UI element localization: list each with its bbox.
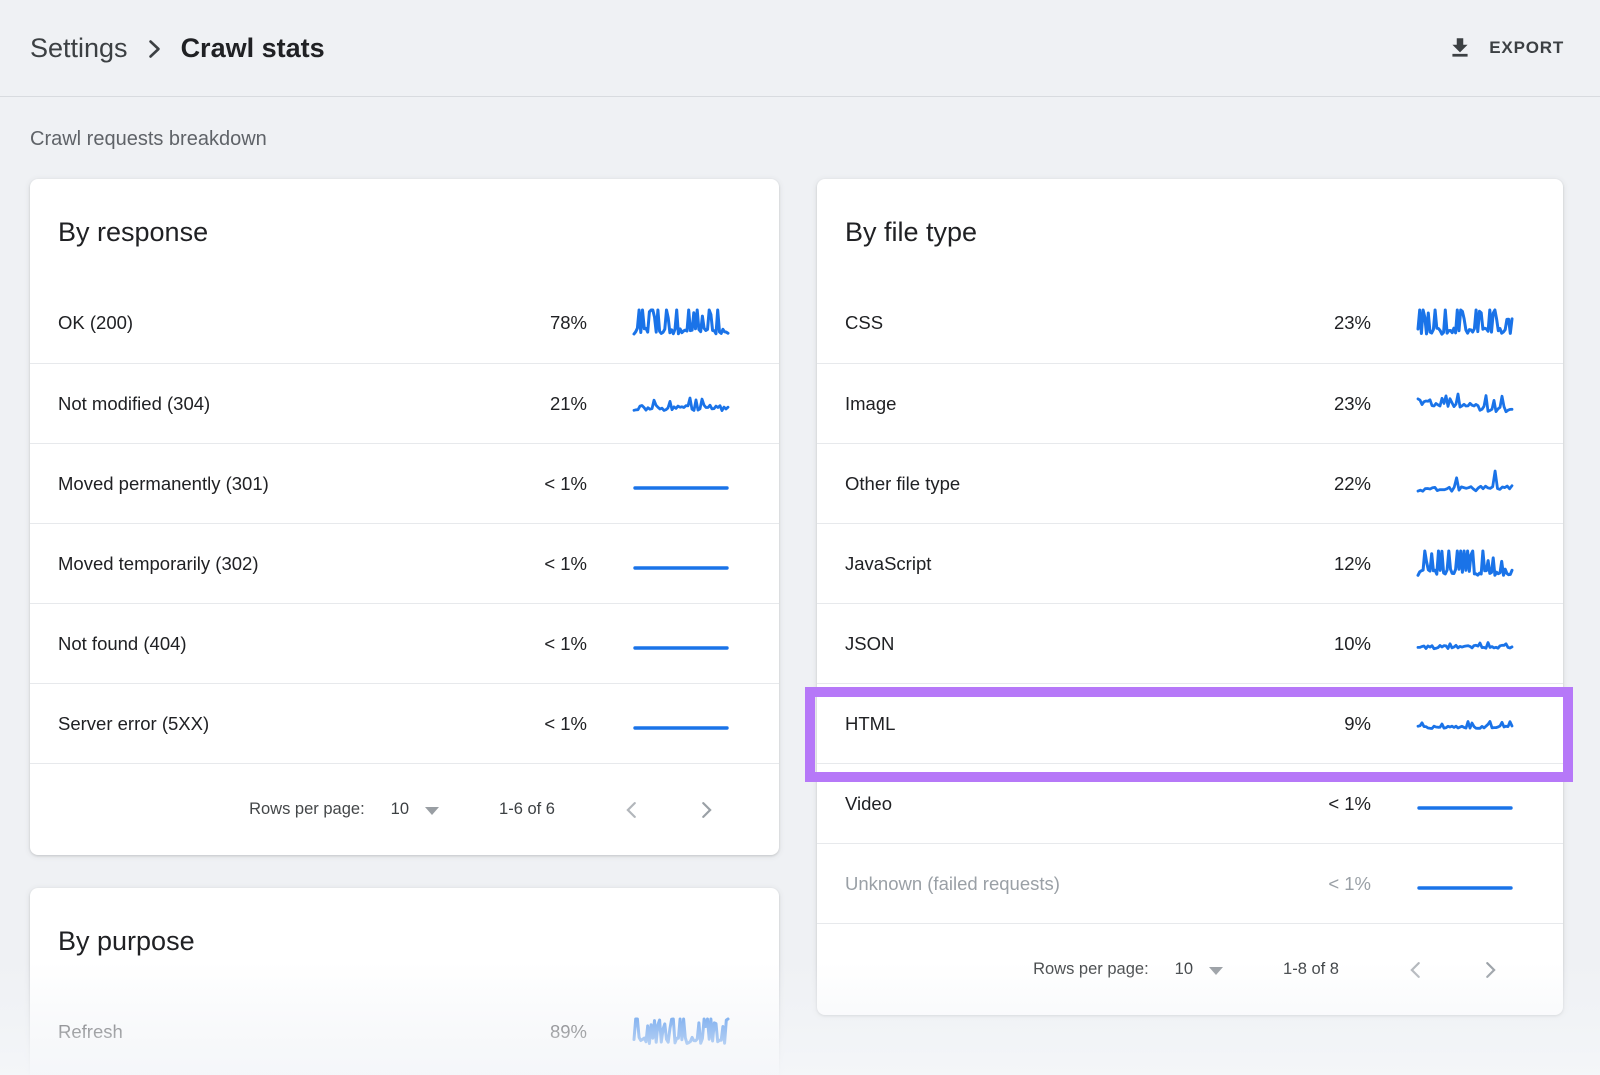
table-row[interactable]: Image23% — [817, 363, 1563, 443]
sparkline-chart — [1415, 548, 1515, 580]
row-label: Video — [845, 793, 1261, 815]
download-icon — [1447, 35, 1473, 61]
row-label: Moved permanently (301) — [58, 473, 477, 495]
by-purpose-rows: Refresh89% — [30, 992, 779, 1072]
table-row[interactable]: Unknown (failed requests)< 1% — [817, 843, 1563, 923]
row-label: Not modified (304) — [58, 393, 477, 415]
row-label: HTML — [845, 713, 1261, 735]
row-percentage: 78% — [477, 312, 587, 334]
cards-area: By response OK (200)78%Not modified (304… — [0, 151, 1600, 1075]
dropdown-arrow-icon — [1209, 967, 1223, 975]
table-row[interactable]: Moved temporarily (302)< 1% — [30, 523, 779, 603]
table-row[interactable]: Moved permanently (301)< 1% — [30, 443, 779, 523]
by-response-card: By response OK (200)78%Not modified (304… — [30, 179, 779, 855]
breadcrumb: Settings Crawl stats — [30, 33, 325, 64]
row-percentage: 9% — [1261, 713, 1371, 735]
by-file-type-card: By file type CSS23%Image23%Other file ty… — [817, 179, 1563, 1015]
row-percentage: 22% — [1261, 473, 1371, 495]
row-percentage: < 1% — [477, 633, 587, 655]
sparkline-chart — [1415, 868, 1515, 900]
rows-per-page-label: Rows per page: — [249, 800, 365, 819]
row-percentage: 21% — [477, 393, 587, 415]
table-row[interactable]: Not modified (304)21% — [30, 363, 779, 443]
row-label: OK (200) — [58, 312, 477, 334]
table-row[interactable]: Server error (5XX)< 1% — [30, 683, 779, 763]
by-file-type-pagination: Rows per page: 10 1-8 of 8 — [817, 923, 1563, 1015]
sparkline-chart — [631, 628, 731, 660]
sparkline-chart — [1415, 708, 1515, 740]
top-bar: Settings Crawl stats EXPORT — [0, 0, 1600, 97]
by-purpose-card: By purpose Refresh89% — [30, 888, 779, 1075]
sparkline-chart — [631, 307, 731, 339]
sparkline-chart — [1415, 788, 1515, 820]
row-label: Image — [845, 393, 1261, 415]
previous-page-button[interactable] — [621, 799, 643, 821]
row-label: Other file type — [845, 473, 1261, 495]
left-column: By response OK (200)78%Not modified (304… — [30, 179, 779, 1075]
table-row[interactable]: OK (200)78% — [30, 283, 779, 363]
table-row[interactable]: HTML9% — [817, 683, 1563, 763]
rows-per-page-select[interactable]: 10 — [391, 800, 439, 819]
table-row[interactable]: Other file type22% — [817, 443, 1563, 523]
right-column: By file type CSS23%Image23%Other file ty… — [817, 179, 1563, 1015]
sparkline-chart — [631, 708, 731, 740]
by-response-rows: OK (200)78%Not modified (304)21%Moved pe… — [30, 283, 779, 763]
row-percentage: < 1% — [1261, 873, 1371, 895]
row-label: JSON — [845, 633, 1261, 655]
table-row[interactable]: JavaScript12% — [817, 523, 1563, 603]
row-percentage: 23% — [1261, 312, 1371, 334]
row-percentage: 12% — [1261, 553, 1371, 575]
card-title-by-purpose: By purpose — [30, 888, 779, 958]
row-label: Moved temporarily (302) — [58, 553, 477, 575]
rows-per-page-value: 10 — [391, 800, 409, 819]
sparkline-chart — [631, 1016, 731, 1048]
by-file-type-rows: CSS23%Image23%Other file type22%JavaScri… — [817, 283, 1563, 923]
export-label: EXPORT — [1489, 38, 1564, 58]
card-title-by-file-type: By file type — [817, 179, 1563, 249]
section-title: Crawl requests breakdown — [0, 97, 1600, 151]
breadcrumb-settings-link[interactable]: Settings — [30, 33, 128, 64]
row-percentage: < 1% — [1261, 793, 1371, 815]
row-label: Server error (5XX) — [58, 713, 477, 735]
table-row[interactable]: Refresh89% — [30, 992, 779, 1072]
sparkline-chart — [1415, 628, 1515, 660]
sparkline-chart — [1415, 468, 1515, 500]
row-label: CSS — [845, 312, 1261, 334]
row-percentage: < 1% — [477, 553, 587, 575]
page-title: Crawl stats — [181, 33, 325, 64]
sparkline-chart — [1415, 388, 1515, 420]
export-button[interactable]: EXPORT — [1447, 35, 1564, 61]
rows-per-page-label: Rows per page: — [1033, 960, 1149, 979]
table-row[interactable]: CSS23% — [817, 283, 1563, 363]
row-percentage: 23% — [1261, 393, 1371, 415]
rows-per-page-value: 10 — [1175, 960, 1193, 979]
crawl-stats-page: Settings Crawl stats EXPORT Crawl reques… — [0, 0, 1600, 1075]
pagination-range: 1-6 of 6 — [499, 800, 555, 819]
rows-per-page-select[interactable]: 10 — [1175, 960, 1223, 979]
row-label: JavaScript — [845, 553, 1261, 575]
row-percentage: < 1% — [477, 713, 587, 735]
row-percentage: 89% — [477, 1021, 587, 1043]
sparkline-chart — [631, 548, 731, 580]
table-row[interactable]: Video< 1% — [817, 763, 1563, 843]
card-title-by-response: By response — [30, 179, 779, 249]
row-percentage: < 1% — [477, 473, 587, 495]
by-response-pagination: Rows per page: 10 1-6 of 6 — [30, 763, 779, 855]
table-row[interactable]: JSON10% — [817, 603, 1563, 683]
dropdown-arrow-icon — [425, 807, 439, 815]
table-row[interactable]: Not found (404)< 1% — [30, 603, 779, 683]
row-percentage: 10% — [1261, 633, 1371, 655]
pagination-range: 1-8 of 8 — [1283, 960, 1339, 979]
row-label: Not found (404) — [58, 633, 477, 655]
next-page-button[interactable] — [1479, 959, 1501, 981]
chevron-right-icon — [148, 39, 161, 59]
next-page-button[interactable] — [695, 799, 717, 821]
previous-page-button[interactable] — [1405, 959, 1427, 981]
row-label: Refresh — [58, 1021, 477, 1043]
sparkline-chart — [1415, 307, 1515, 339]
sparkline-chart — [631, 468, 731, 500]
sparkline-chart — [631, 388, 731, 420]
row-label: Unknown (failed requests) — [845, 873, 1261, 895]
